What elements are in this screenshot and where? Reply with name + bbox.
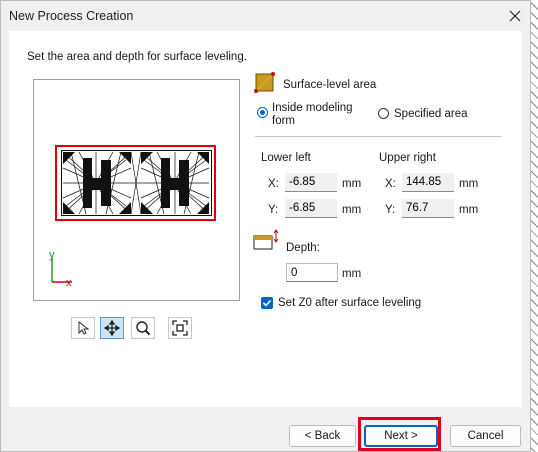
back-button[interactable]: < Back [289, 425, 356, 447]
upper-right-y-field[interactable] [402, 199, 454, 218]
radio-inside-modeling-form[interactable] [257, 107, 268, 118]
depth-unit-label: mm [342, 268, 362, 280]
pointer-icon [78, 321, 89, 335]
upper-right-x-field[interactable] [402, 173, 454, 192]
upper-right-y-label: Y: [385, 204, 396, 216]
title-bar: New Process Creation [1, 1, 530, 31]
depth-icon [253, 229, 279, 250]
depth-field[interactable] [286, 263, 338, 282]
axis-y-label: y [49, 249, 55, 261]
set-z0-label[interactable]: Set Z0 after surface leveling [278, 297, 421, 309]
unit-label: mm [459, 204, 479, 216]
unit-label: mm [342, 204, 362, 216]
checkmark-icon [262, 299, 272, 307]
lower-left-heading: Lower left [261, 152, 311, 164]
pan-icon [104, 320, 120, 336]
background-edge-right [530, 0, 538, 452]
pan-tool-button[interactable] [100, 317, 124, 339]
lower-left-x-label: X: [268, 178, 279, 190]
surface-area-heading: Surface-level area [283, 79, 377, 91]
unit-label: mm [459, 178, 479, 190]
lower-left-y-label: Y: [268, 204, 279, 216]
content-panel: Set the area and depth for surface level… [9, 31, 522, 407]
lower-left-y-field[interactable] [285, 199, 337, 218]
axis-x-label: x [66, 277, 72, 288]
set-z0-checkbox[interactable] [261, 297, 273, 309]
selection-rectangle [55, 145, 216, 221]
upper-right-heading: Upper right [379, 152, 436, 164]
fit-icon [172, 320, 188, 336]
cancel-button[interactable]: Cancel [450, 425, 521, 447]
axis-gizmo: y x [49, 249, 72, 288]
instruction-text: Set the area and depth for surface level… [27, 51, 247, 63]
lower-left-x-field[interactable] [285, 173, 337, 192]
upper-right-x-label: X: [385, 178, 396, 190]
close-icon [509, 10, 521, 22]
next-button-highlight [358, 417, 441, 451]
unit-label: mm [342, 178, 362, 190]
section-divider [255, 136, 502, 137]
close-button[interactable] [500, 1, 530, 31]
depth-label: Depth: [286, 242, 320, 254]
radio-specified-area[interactable] [378, 108, 389, 119]
model-preview[interactable]: y x [33, 79, 240, 301]
zoom-icon [136, 321, 151, 336]
select-tool-button[interactable] [71, 317, 95, 339]
radio-inside-label[interactable]: Inside modeling form [272, 102, 353, 128]
zoom-tool-button[interactable] [131, 317, 155, 339]
window-title: New Process Creation [9, 9, 134, 23]
surface-area-icon [254, 72, 275, 93]
radio-specified-label[interactable]: Specified area [394, 108, 468, 120]
fit-view-button[interactable] [168, 317, 192, 339]
dialog-window: New Process Creation Set the area and de… [0, 0, 531, 452]
